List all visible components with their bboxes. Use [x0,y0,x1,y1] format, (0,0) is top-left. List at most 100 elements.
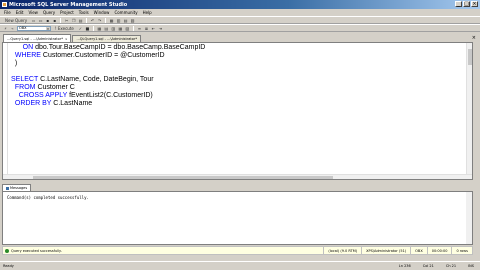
cancel-query-icon[interactable]: ■ [85,26,90,31]
comment-icon[interactable]: ≡ [137,26,142,31]
editor-gutter [3,43,8,179]
sql-keyword: SELECT [11,76,41,83]
status-line: Ln 236 [398,264,411,268]
messages-scrollbar[interactable] [466,192,472,244]
code-line[interactable]: WHERE Customer.CustomerID = @CustomerID [11,52,205,60]
code-line[interactable]: ) [11,60,205,68]
paste-icon[interactable]: ▤ [78,18,83,23]
undo-icon[interactable]: ↶ [90,18,95,23]
code-line[interactable]: FROM Customer C [11,84,205,92]
menu-community[interactable]: Community [114,10,137,15]
sql-editor-toolbar: ⚡ ⌁ OBX ▾ ! Execute ✓ ■ ▦ ▤ ▥ ▦ ▧ ≡ ≣ ⇤ … [0,24,480,32]
messages-icon [6,186,9,190]
menu-view[interactable]: View [28,10,38,15]
chevron-down-icon: ▾ [46,26,50,31]
toolbar-separator [92,25,94,31]
close-button[interactable]: × [471,1,478,7]
results-to-file-icon[interactable]: ▧ [125,26,130,31]
query-editor[interactable]: ON dbo.Tour.BaseCampID = dbo.BaseCamp.Ba… [2,42,473,180]
doc-tab-sqlquery1[interactable]: ...QLQuery1.sql - ...\Administrator* [72,35,142,42]
database-info: OBX [410,247,427,254]
toolbar-separator [105,17,107,23]
menu-edit[interactable]: Edit [16,10,24,15]
database-select[interactable]: OBX ▾ [17,25,51,31]
title-bar: Microsoft SQL Server Management Studio _… [0,0,480,9]
login-info: XPS\Administrator (51) [361,247,410,254]
result-message: Command(s) completed successfully. [7,195,89,200]
sql-text: fEventList2(C.CustomerID) [69,92,153,99]
menu-project[interactable]: Project [60,10,74,15]
server-info: (local) (9.0 RTM) [323,247,361,254]
scroll-thumb[interactable] [33,176,333,179]
menu-help[interactable]: Help [143,10,152,15]
increase-indent-icon[interactable]: ⇥ [158,26,163,31]
execute-button[interactable]: ! Execute [53,26,76,31]
success-icon [5,248,9,253]
registered-servers-icon[interactable]: ▦ [109,18,114,23]
close-document-icon[interactable]: × [472,35,476,41]
menu-tools[interactable]: Tools [79,10,89,15]
cut-icon[interactable]: ✂ [64,18,69,23]
sql-text: C.LastName [53,100,93,107]
menu-window[interactable]: Window [94,10,110,15]
save-all-icon[interactable]: ▪ [52,18,57,23]
sql-code[interactable]: ON dbo.Tour.BaseCampID = dbo.BaseCamp.Ba… [11,44,205,108]
toolbar-separator [132,25,134,31]
code-line[interactable]: CROSS APPLY fEventList2(C.CustomerID) [11,92,205,100]
connect-icon[interactable]: ⚡ [3,26,8,31]
status-bar: Ready Ln 236 Col 21 Ch 21 INS [0,261,480,270]
editor-vertical-scrollbar[interactable] [466,43,472,179]
query-status-text: Query executed successfully. [11,248,62,253]
app-icon [2,2,7,7]
standard-toolbar: New Query ▫ ▭ ▪ ▪ ✂ ❐ ▤ ↶ ↷ ▦ ▥ ▤ ▧ [0,16,480,24]
results-tabs: Messages [2,183,473,191]
new-query-button[interactable]: New Query [3,18,29,23]
uncomment-icon[interactable]: ≣ [144,26,149,31]
minimize-button[interactable]: _ [455,1,462,7]
disconnect-icon[interactable]: ⌁ [10,26,15,31]
sql-keyword: WHERE [11,52,43,59]
code-line[interactable]: ORDER BY C.LastName [11,100,205,108]
menu-file[interactable]: File [4,10,11,15]
doc-tab-query1[interactable]: ...Query1.sql - ...\Administrator* × [3,34,72,42]
sql-keyword: ON [11,44,36,51]
copy-icon[interactable]: ❐ [71,18,76,23]
scroll-thumb[interactable] [468,49,472,65]
editor-horizontal-scrollbar[interactable] [3,174,472,179]
tab-messages[interactable]: Messages [2,184,32,191]
parse-icon[interactable]: ✓ [78,26,83,31]
elapsed-time: 00:00:00 [426,247,452,254]
row-count: 0 rows [451,247,472,254]
properties-icon[interactable]: ▤ [123,18,128,23]
decrease-indent-icon[interactable]: ⇤ [151,26,156,31]
toolbox-icon[interactable]: ▧ [130,18,135,23]
code-line[interactable]: SELECT C.LastName, Code, DateBegin, Tour [11,76,205,84]
code-line[interactable] [11,68,205,76]
status-ready: Ready [3,264,14,268]
redo-icon[interactable]: ↷ [97,18,102,23]
object-explorer-icon[interactable]: ▥ [116,18,121,23]
code-line[interactable]: ON dbo.Tour.BaseCampID = dbo.BaseCamp.Ba… [11,44,206,52]
sql-text: C.LastName, Code, DateBegin, Tour [40,76,154,83]
status-col: Col 21 [422,264,434,268]
results-to-text-icon[interactable]: ▥ [111,26,116,31]
results-to-grid-icon[interactable]: ▦ [118,26,123,31]
sql-text: Customer C [37,84,75,91]
sql-keyword: ORDER BY [11,100,54,107]
close-tab-icon[interactable]: × [65,37,68,41]
display-plan-icon[interactable]: ▦ [97,26,102,31]
menu-query[interactable]: Query [43,10,55,15]
sql-text: dbo.Tour.BaseCampID = dbo.BaseCamp.BaseC… [35,44,206,51]
messages-pane[interactable]: Command(s) completed successfully. [2,191,473,245]
open-icon[interactable]: ▭ [38,18,43,23]
status-mode: INS [468,264,474,268]
sql-text: ) [11,60,18,67]
query-options-icon[interactable]: ▤ [104,26,109,31]
status-ch: Ch 21 [445,264,457,268]
sql-keyword: CROSS APPLY [11,92,70,99]
toolbar-separator [86,17,88,23]
save-icon[interactable]: ▪ [45,18,50,23]
sql-keyword: FROM [11,84,38,91]
maximize-button[interactable]: □ [463,1,470,7]
new-file-icon[interactable]: ▫ [31,18,36,23]
